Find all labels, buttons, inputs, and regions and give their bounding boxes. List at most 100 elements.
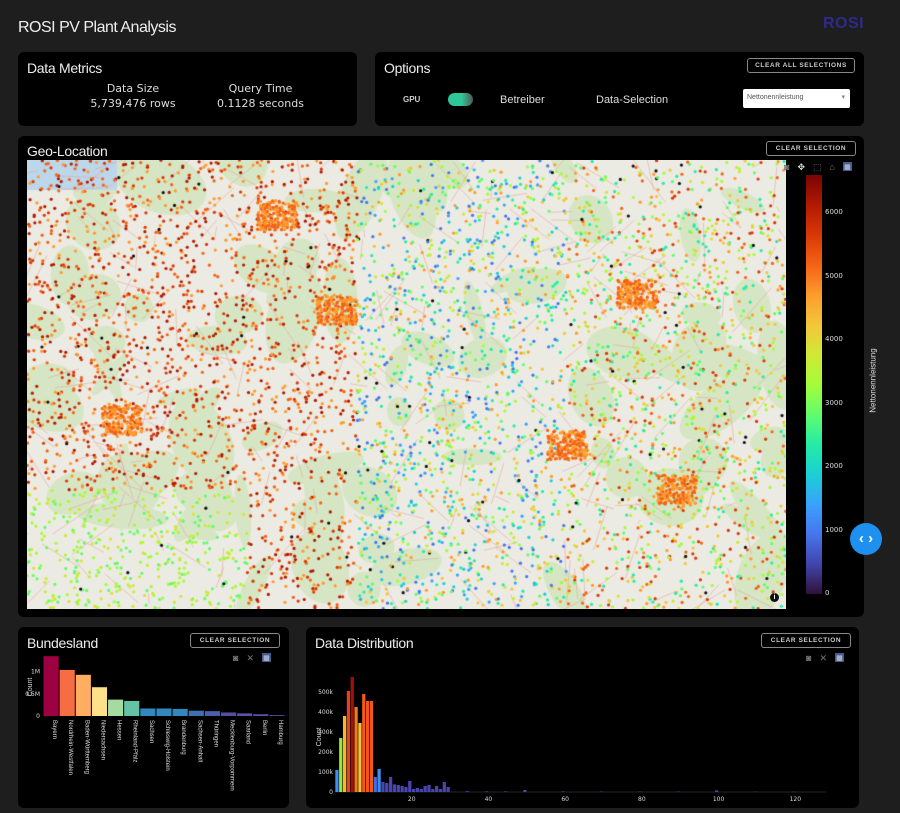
pan-icon[interactable]: ✥ — [797, 162, 805, 173]
bar[interactable] — [504, 791, 508, 792]
bar[interactable] — [124, 700, 140, 716]
gpu-label: GPU — [403, 95, 421, 104]
bar[interactable] — [442, 782, 446, 792]
bar[interactable] — [465, 791, 469, 792]
chevron-down-icon: ▾ — [841, 94, 845, 101]
bar[interactable] — [362, 694, 366, 792]
camera-icon[interactable]: ◙ — [784, 162, 789, 173]
bar[interactable] — [715, 790, 719, 792]
bar[interactable] — [237, 713, 253, 716]
data-selection-dropdown[interactable]: Nettonennleistung ▾ — [743, 89, 850, 108]
bar[interactable] — [365, 701, 370, 792]
bar[interactable] — [373, 777, 377, 792]
y-tick-label: 0 — [36, 713, 40, 720]
x-tick-label: Brandenburg — [180, 720, 186, 755]
bar[interactable] — [404, 787, 408, 792]
bar[interactable] — [342, 716, 347, 792]
bar[interactable] — [43, 656, 59, 716]
plotly-logo-icon[interactable]: ▦ — [842, 162, 852, 171]
colorbar-tick: 0 — [825, 589, 830, 597]
home-icon[interactable]: ⌂ — [830, 162, 835, 173]
bar[interactable] — [220, 712, 237, 716]
bar[interactable] — [412, 789, 416, 792]
options-panel: Options CLEAR ALL SELECTIONS GPU Betreib… — [375, 52, 864, 126]
bar[interactable] — [385, 783, 389, 792]
bar[interactable] — [438, 789, 443, 792]
y-tick-label: 400k — [318, 709, 333, 716]
bar[interactable] — [346, 691, 351, 792]
colorbar-title: Nettonennleistung — [868, 348, 878, 413]
y-tick-label: 200k — [318, 749, 333, 756]
bar[interactable] — [156, 708, 172, 716]
x-tick-label: Mecklenburg-Vorpommern — [229, 720, 235, 791]
bar[interactable] — [204, 711, 220, 716]
geo-location-panel: Geo-Location CLEAR SELECTION ◙ ✥ ⬚ ⌂ ▦ 0 1000… — [18, 136, 878, 617]
colorbar-tick: 5000 — [825, 271, 843, 280]
box-select-icon[interactable]: ⬚ — [813, 162, 822, 173]
bar[interactable] — [523, 790, 527, 792]
colorbar-tick: 1000 — [825, 525, 843, 534]
info-icon[interactable]: i — [770, 593, 779, 602]
bar[interactable] — [75, 674, 91, 716]
bar[interactable] — [108, 699, 124, 716]
bar[interactable] — [419, 789, 423, 792]
colorbar-tick: 6000 — [825, 208, 843, 217]
bar[interactable] — [423, 786, 427, 792]
toggle-sidebar-button[interactable]: ‹ › — [850, 523, 882, 555]
bar[interactable] — [253, 714, 269, 716]
bar[interactable] — [354, 707, 358, 792]
x-tick-label: 60 — [561, 796, 569, 803]
bar[interactable] — [188, 710, 204, 716]
clear-all-selections-button[interactable]: CLEAR ALL SELECTIONS — [747, 58, 855, 73]
bar[interactable] — [369, 701, 374, 792]
data-metrics-panel: Data Metrics Data Size 5,739,476 rows Que… — [18, 52, 357, 126]
bar[interactable] — [59, 669, 75, 716]
clear-selection-button[interactable]: CLEAR SELECTION — [766, 141, 856, 156]
bar[interactable] — [389, 777, 393, 792]
bar[interactable] — [427, 785, 431, 792]
y-tick-label: 500k — [318, 689, 333, 696]
bar[interactable] — [335, 770, 339, 792]
x-tick-label: 100 — [713, 796, 725, 803]
bar[interactable] — [484, 791, 489, 792]
data-distribution-panel: Data Distribution CLEAR SELECTION ◙ ✕ ▦ Co… — [306, 627, 859, 808]
colorbar — [806, 175, 822, 594]
bar[interactable] — [381, 782, 385, 792]
bar[interactable] — [415, 788, 420, 792]
x-tick-label: Bayern — [51, 720, 57, 739]
x-tick-label: Hessen — [116, 720, 122, 740]
data-selection-label: Data-Selection — [596, 94, 669, 106]
logo: ROSI — [823, 15, 865, 32]
bar[interactable] — [561, 791, 565, 792]
bar[interactable] — [435, 786, 439, 792]
colorbar-tick: 4000 — [825, 335, 843, 344]
bar[interactable] — [408, 781, 412, 792]
bundesland-chart[interactable]: Count00.5M1MBayern Nordrhein-Westfalen Bad… — [18, 627, 289, 808]
map[interactable] — [27, 160, 786, 609]
bar[interactable] — [446, 787, 450, 792]
panel-title: Options — [384, 60, 431, 76]
distribution-chart[interactable]: Count0100k200k300k400k500k20 40 60 80 100 120 — [306, 627, 859, 808]
bar[interactable] — [140, 708, 156, 716]
bar[interactable] — [358, 723, 362, 792]
bar[interactable] — [400, 786, 404, 792]
data-size-label: Data Size — [106, 82, 160, 95]
betreiber-label: Betreiber — [500, 94, 545, 106]
bar[interactable] — [91, 687, 108, 716]
x-tick-label: Berlin — [261, 720, 267, 735]
x-tick-label: Nordrhein-Westfalen — [67, 720, 73, 775]
bar[interactable] — [269, 715, 285, 716]
panel-title: Data Metrics — [27, 60, 102, 76]
bar[interactable] — [396, 785, 400, 792]
bar[interactable] — [377, 769, 381, 792]
bar[interactable] — [339, 738, 343, 792]
bar[interactable] — [392, 784, 397, 792]
gpu-toggle[interactable] — [448, 93, 473, 106]
query-time-value: 0.1128 seconds — [217, 97, 304, 110]
bar[interactable] — [431, 789, 435, 792]
colorbar-tick: 3000 — [825, 398, 843, 407]
bar[interactable] — [172, 708, 188, 716]
x-tick-label: 80 — [638, 796, 646, 803]
bar[interactable] — [350, 677, 354, 792]
x-tick-label: 120 — [790, 796, 802, 803]
